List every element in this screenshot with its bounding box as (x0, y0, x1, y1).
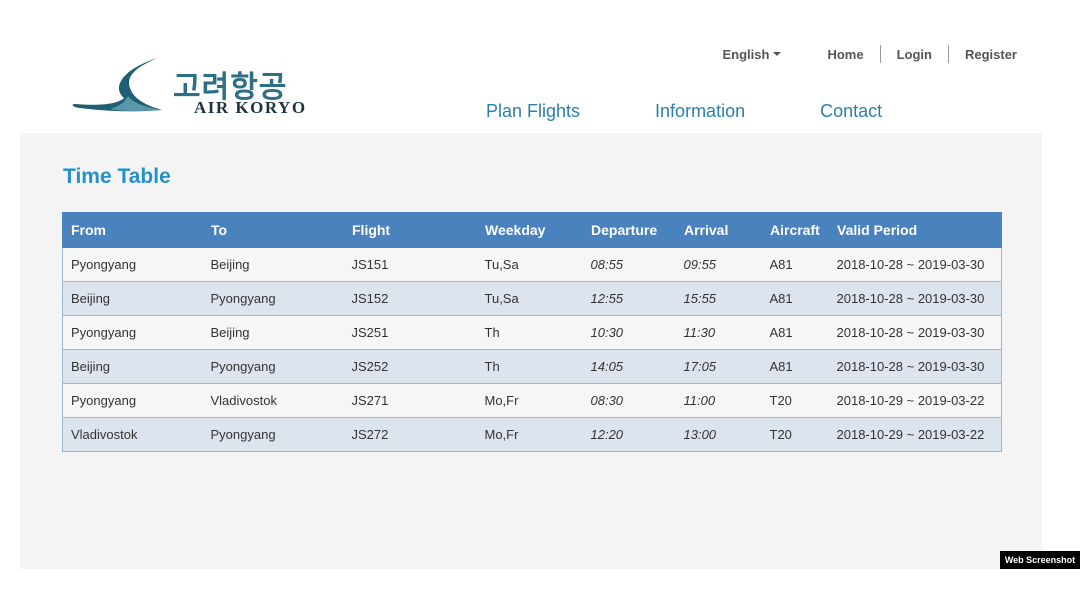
nav-plan-flights[interactable]: Plan Flights (486, 101, 580, 122)
column-header-to: To (202, 212, 344, 248)
cell-weekday: Th (476, 315, 583, 350)
cell-aircraft: T20 (761, 417, 829, 452)
language-label: English (722, 46, 770, 62)
nav-contact[interactable]: Contact (820, 101, 882, 122)
cell-flight: JS271 (343, 383, 477, 418)
cell-aircraft: A81 (761, 281, 829, 316)
register-link[interactable]: Register (949, 47, 1033, 62)
air-koryo-logo[interactable]: 고려항공 AIR KORYO (70, 56, 330, 126)
column-header-valid-period: Valid Period (828, 212, 1002, 248)
table-row: Beijing Pyongyang JS152 Tu,Sa 12:55 15:55 A81 2… (62, 281, 1002, 316)
cell-from: Pyongyang (62, 383, 203, 418)
table-header-row: From To Flight Weekday Departure Arrival Aircr… (62, 212, 1002, 248)
cell-arrival: 09:55 (675, 247, 762, 282)
cell-departure: 08:30 (582, 383, 676, 418)
table-row: Vladivostok Pyongyang JS272 Mo,Fr 12:20 13:00… (62, 417, 1002, 452)
table-row: Pyongyang Beijing JS151 Tu,Sa 08:55 09:55 A81 2… (62, 247, 1002, 282)
column-header-weekday: Weekday (476, 212, 583, 248)
cell-arrival: 11:30 (675, 315, 762, 350)
caret-down-icon (773, 52, 782, 56)
cell-to: Pyongyang (202, 349, 344, 384)
home-link[interactable]: Home (811, 47, 879, 62)
cell-flight: JS252 (343, 349, 477, 384)
cell-aircraft: A81 (761, 247, 829, 282)
cell-departure: 08:55 (582, 247, 676, 282)
cell-from: Beijing (62, 349, 203, 384)
cell-to: Vladivostok (202, 383, 344, 418)
column-header-arrival: Arrival (675, 212, 762, 248)
column-header-flight: Flight (343, 212, 477, 248)
nav-information[interactable]: Information (655, 101, 745, 122)
timetable: From To Flight Weekday Departure Arrival Aircr… (62, 212, 1002, 452)
column-header-departure: Departure (582, 212, 676, 248)
logo-english-text: AIR KORYO (194, 98, 307, 117)
cell-from: Vladivostok (62, 417, 203, 452)
cell-valid-period: 2018-10-28 ~ 2019-03-30 (828, 281, 1002, 316)
column-header-aircraft: Aircraft (761, 212, 829, 248)
cell-aircraft: A81 (761, 349, 829, 384)
cell-arrival: 11:00 (675, 383, 762, 418)
cell-departure: 12:20 (582, 417, 676, 452)
cell-departure: 10:30 (582, 315, 676, 350)
cell-to: Beijing (202, 247, 344, 282)
cell-departure: 14:05 (582, 349, 676, 384)
cell-weekday: Mo,Fr (476, 417, 583, 452)
cell-valid-period: 2018-10-29 ~ 2019-03-22 (828, 417, 1002, 452)
main-nav: Plan Flights Information Contact (486, 101, 882, 122)
cell-arrival: 17:05 (675, 349, 762, 384)
cell-valid-period: 2018-10-28 ~ 2019-03-30 (828, 247, 1002, 282)
cell-flight: JS151 (343, 247, 477, 282)
cell-from: Pyongyang (62, 247, 203, 282)
content-panel: Time Table From To Flight Weekday Departure A… (20, 133, 1042, 569)
cell-weekday: Mo,Fr (476, 383, 583, 418)
cell-aircraft: A81 (761, 315, 829, 350)
cell-weekday: Th (476, 349, 583, 384)
cell-aircraft: T20 (761, 383, 829, 418)
cell-valid-period: 2018-10-28 ~ 2019-03-30 (828, 315, 1002, 350)
cell-weekday: Tu,Sa (476, 281, 583, 316)
table-row: Pyongyang Beijing JS251 Th 10:30 11:30 A81 2018… (62, 315, 1002, 350)
cell-flight: JS272 (343, 417, 477, 452)
cell-arrival: 13:00 (675, 417, 762, 452)
table-row: Beijing Pyongyang JS252 Th 14:05 17:05 A81 2018… (62, 349, 1002, 384)
top-utility-bar: English Home Login Register (723, 44, 1034, 64)
site-header: 고려항공 AIR KORYO English Home Login Regist… (20, 38, 1042, 133)
table-row: Pyongyang Vladivostok JS271 Mo,Fr 08:30 11:00… (62, 383, 1002, 418)
language-dropdown[interactable]: English (723, 47, 782, 62)
cell-from: Pyongyang (62, 315, 203, 350)
crane-wing-logo-icon (72, 58, 162, 112)
page-title: Time Table (63, 165, 171, 188)
column-header-from: From (62, 212, 203, 248)
cell-to: Pyongyang (202, 281, 344, 316)
login-link[interactable]: Login (881, 47, 948, 62)
cell-departure: 12:55 (582, 281, 676, 316)
cell-valid-period: 2018-10-28 ~ 2019-03-30 (828, 349, 1002, 384)
table-body: Pyongyang Beijing JS151 Tu,Sa 08:55 09:55 A81 2… (62, 247, 1002, 452)
cell-to: Beijing (202, 315, 344, 350)
cell-to: Pyongyang (202, 417, 344, 452)
web-screenshot-badge: Web Screenshot (1000, 551, 1080, 569)
cell-from: Beijing (62, 281, 203, 316)
cell-valid-period: 2018-10-29 ~ 2019-03-22 (828, 383, 1002, 418)
cell-arrival: 15:55 (675, 281, 762, 316)
cell-flight: JS251 (343, 315, 477, 350)
cell-flight: JS152 (343, 281, 477, 316)
cell-weekday: Tu,Sa (476, 247, 583, 282)
